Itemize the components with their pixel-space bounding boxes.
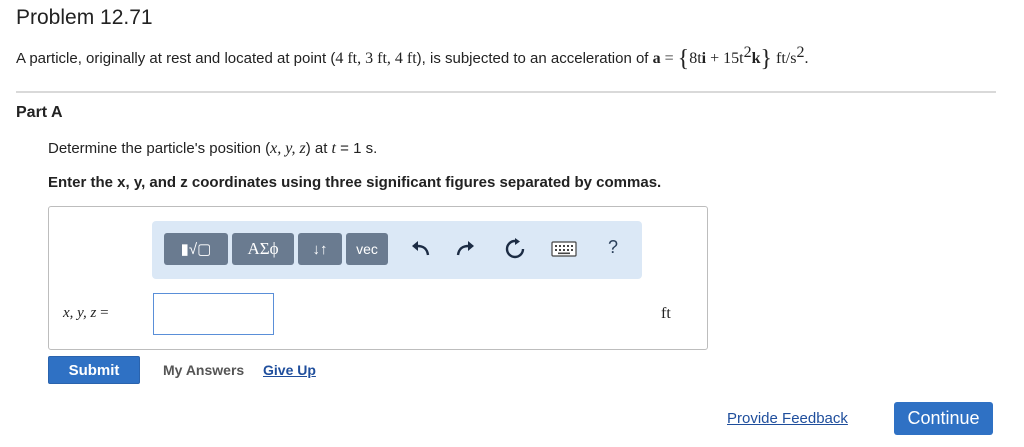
- problem-point: 4 ft, 3 ft, 4 ft: [335, 50, 417, 67]
- accel-term2-vec: k: [751, 50, 761, 67]
- accel-end: .: [804, 50, 809, 67]
- accel-term2: 15t: [723, 50, 744, 67]
- redo-icon[interactable]: [454, 237, 476, 261]
- instruction-text: Enter the x, y, and z coordinates using …: [48, 174, 662, 191]
- brace-open: {: [677, 46, 690, 72]
- my-answers-link[interactable]: My Answers: [163, 362, 244, 378]
- prompt-vars: x, y, z: [270, 140, 306, 157]
- prompt-mid: ) at: [305, 140, 332, 157]
- greek-button[interactable]: ΑΣϕ: [232, 233, 294, 265]
- updown-button[interactable]: ↓↑: [298, 233, 342, 265]
- problem-text-before: A particle, originally at rest and locat…: [16, 50, 336, 67]
- keyboard-icon[interactable]: [550, 237, 578, 261]
- answer-box: ▮√▢ ΑΣϕ ↓↑ vec ? x, y, z = ft: [48, 206, 708, 350]
- submit-button[interactable]: Submit: [48, 356, 140, 384]
- coord-input[interactable]: [153, 293, 274, 335]
- brace-close: }: [760, 46, 773, 72]
- coord-label: x, y, z =: [63, 305, 109, 322]
- help-button[interactable]: ?: [608, 237, 618, 258]
- provide-feedback-link[interactable]: Provide Feedback: [727, 410, 848, 427]
- problem-statement: A particle, originally at rest and locat…: [16, 44, 808, 73]
- accel-equals: =: [660, 50, 678, 67]
- problem-text-mid: ), is subjected to an acceleration of: [416, 50, 653, 67]
- part-prompt: Determine the particle's position (x, y,…: [48, 140, 377, 158]
- section-divider: [16, 91, 996, 93]
- templates-button[interactable]: ▮√▢: [164, 233, 228, 265]
- undo-icon[interactable]: [410, 237, 432, 261]
- vec-button[interactable]: vec: [346, 233, 388, 265]
- prompt-before: Determine the particle's position (: [48, 140, 271, 157]
- problem-title: Problem 12.71: [16, 6, 153, 29]
- coord-label-eq: =: [96, 305, 109, 321]
- unit-label: ft: [661, 305, 671, 322]
- accel-plus: +: [706, 50, 724, 67]
- math-toolbar: ▮√▢ ΑΣϕ ↓↑ vec ?: [152, 221, 642, 279]
- accel-term1: 8t: [689, 50, 702, 67]
- accel-symbol: a: [652, 50, 661, 67]
- continue-button[interactable]: Continue: [894, 402, 993, 435]
- accel-term2-exp: 2: [743, 44, 752, 61]
- prompt-after: = 1 s.: [335, 140, 378, 157]
- part-label: Part A: [16, 104, 63, 121]
- give-up-link[interactable]: Give Up: [263, 362, 316, 378]
- accel-unit: ft/s: [772, 50, 797, 67]
- coord-label-vars: x, y, z: [63, 305, 97, 321]
- reset-icon[interactable]: [504, 237, 526, 261]
